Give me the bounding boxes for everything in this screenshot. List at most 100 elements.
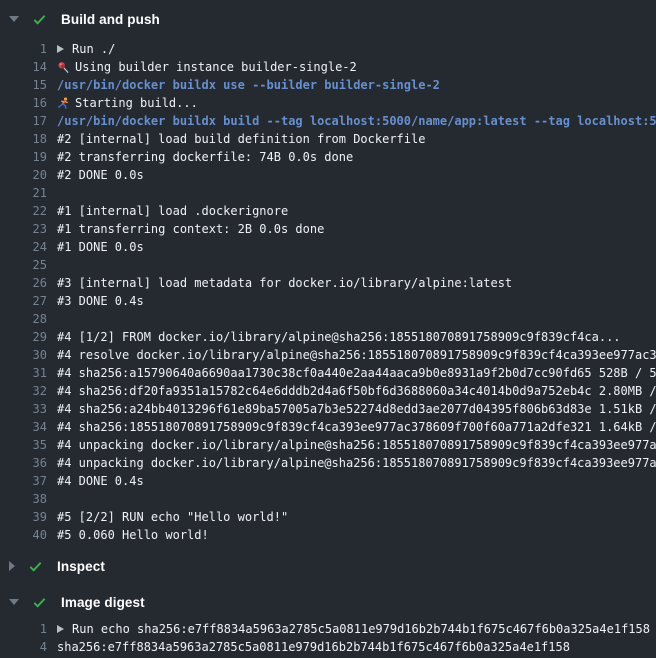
line-number[interactable]: 40 [0, 528, 47, 542]
line-number[interactable]: 28 [0, 312, 47, 326]
line-number[interactable]: 39 [0, 510, 47, 524]
line-number[interactable]: 14 [0, 60, 47, 74]
log-text: #4 sha256:185518070891758909c9f839cf4ca3… [57, 420, 656, 434]
section-header-image-digest[interactable]: Image digest [0, 588, 656, 616]
workflow-log-view: Build and push1Run ./14Using builder ins… [0, 0, 656, 658]
line-content: #4 DONE 0.4s [57, 474, 656, 488]
line-number[interactable]: 37 [0, 474, 47, 488]
line-content: #4 sha256:a24bb4013296f61e89ba57005a7b3e… [57, 402, 656, 416]
log-text: sha256:e7ff8834a5963a2785c5a0811e979d16b… [57, 640, 570, 654]
line-content: /usr/bin/docker buildx build --tag local… [57, 114, 656, 128]
line-number[interactable]: 22 [0, 204, 47, 218]
line-number[interactable]: 29 [0, 330, 47, 344]
run-group-chevron-icon[interactable] [57, 42, 72, 56]
line-content: #1 transferring context: 2B 0.0s done [57, 222, 656, 236]
line-number[interactable]: 31 [0, 366, 47, 380]
log-line: 14 Using builder instance builder-single-… [0, 58, 656, 76]
log-text: #2 [internal] load build definition from… [57, 132, 425, 146]
log-text: Run ./ [72, 42, 115, 56]
line-content: #1 DONE 0.0s [57, 240, 656, 254]
line-number[interactable]: 26 [0, 276, 47, 290]
line-number[interactable]: 19 [0, 150, 47, 164]
line-number[interactable]: 4 [0, 640, 47, 654]
line-number[interactable]: 33 [0, 402, 47, 416]
line-number[interactable]: 34 [0, 420, 47, 434]
log-line: 1 Run ./ [0, 40, 656, 58]
log-line: 37 #4 DONE 0.4s [0, 472, 656, 490]
log-line: 27 #3 DONE 0.4s [0, 292, 656, 310]
line-content: #2 DONE 0.0s [57, 168, 656, 182]
line-number[interactable]: 1 [0, 622, 47, 636]
line-content: Run echo sha256:e7ff8834a5963a2785c5a081… [57, 622, 656, 636]
runner-icon [57, 97, 75, 110]
section-title: Inspect [57, 559, 105, 574]
log-line: 19#2 transferring dockerfile: 74B 0.0s d… [0, 148, 656, 166]
log-text: #5 0.060 Hello world! [57, 528, 209, 542]
log-line: 22 #1 [internal] load .dockerignore [0, 202, 656, 220]
log-text: #4 sha256:df20fa9351a15782c64e6dddb2d4a6… [57, 384, 656, 398]
log-text: #1 [internal] load .dockerignore [57, 204, 288, 218]
line-number[interactable]: 21 [0, 186, 47, 200]
line-content: #3 DONE 0.4s [57, 294, 656, 308]
line-number[interactable]: 25 [0, 258, 47, 272]
chevron-down-icon [9, 16, 19, 22]
line-number[interactable]: 36 [0, 456, 47, 470]
log-line: 32 #4 sha256:df20fa9351a15782c64e6dddb2d4… [0, 382, 656, 400]
line-content: Starting build... [57, 96, 656, 110]
log-text: #4 unpacking docker.io/library/alpine@sh… [57, 456, 656, 470]
log-text: #2 DONE 0.0s [57, 168, 144, 182]
log-line: 18 #2 [internal] load build definition fr… [0, 130, 656, 148]
line-content: #1 [internal] load .dockerignore [57, 204, 656, 218]
line-content: #3 [internal] load metadata for docker.i… [57, 276, 656, 290]
line-number[interactable]: 30 [0, 348, 47, 362]
log-line: 17/usr/bin/docker buildx build --tag loc… [0, 112, 656, 130]
log-line: 4 sha256:e7ff8834a5963a2785c5a0811e979d16… [0, 638, 656, 656]
line-number[interactable]: 20 [0, 168, 47, 182]
log-text: #4 sha256:a24bb4013296f61e89ba57005a7b3e… [57, 402, 656, 416]
success-check-icon [28, 559, 43, 574]
line-content: #4 sha256:185518070891758909c9f839cf4ca3… [57, 420, 656, 434]
line-content: #4 sha256:df20fa9351a15782c64e6dddb2d4a6… [57, 384, 656, 398]
section-header-inspect[interactable]: Inspect [0, 552, 656, 580]
line-content: Run ./ [57, 42, 656, 56]
line-number[interactable]: 23 [0, 222, 47, 236]
line-number[interactable]: 32 [0, 384, 47, 398]
log-line: 23 #1 transferring context: 2B 0.0s done [0, 220, 656, 238]
log-line-list: 1 Run echo sha256:e7ff8834a5963a2785c5a08… [0, 620, 656, 656]
line-number[interactable]: 17 [0, 114, 47, 128]
line-number[interactable]: 1 [0, 42, 47, 56]
log-sections: Build and push1Run ./14Using builder ins… [0, 5, 656, 656]
line-number[interactable]: 16 [0, 96, 47, 110]
log-line: 24 #1 DONE 0.0s [0, 238, 656, 256]
run-group-chevron-icon[interactable] [57, 622, 72, 636]
line-number[interactable]: 35 [0, 438, 47, 452]
log-line: 38 [0, 490, 656, 508]
log-line: 1 Run echo sha256:e7ff8834a5963a2785c5a08… [0, 620, 656, 638]
log-line: 20 #2 DONE 0.0s [0, 166, 656, 184]
chevron-right-icon [9, 561, 15, 571]
line-content: /usr/bin/docker buildx use --builder bui… [57, 78, 656, 92]
log-line: 33 #4 sha256:a24bb4013296f61e89ba57005a7b… [0, 400, 656, 418]
log-line: 15/usr/bin/docker buildx use --builder b… [0, 76, 656, 94]
log-text: Starting build... [75, 96, 198, 110]
line-content: #4 unpacking docker.io/library/alpine@sh… [57, 438, 656, 452]
line-number[interactable]: 27 [0, 294, 47, 308]
line-number[interactable]: 24 [0, 240, 47, 254]
log-text: /usr/bin/docker buildx use --builder bui… [57, 78, 440, 92]
log-text: #4 resolve docker.io/library/alpine@sha2… [57, 348, 656, 362]
section-title: Build and push [61, 12, 160, 27]
log-text: Run echo sha256:e7ff8834a5963a2785c5a081… [72, 622, 650, 636]
log-text: #4 DONE 0.4s [57, 474, 144, 488]
log-text: #1 DONE 0.0s [57, 240, 144, 254]
log-line: 39#5 [2/2] RUN echo "Hello world!" [0, 508, 656, 526]
line-number[interactable]: 38 [0, 492, 47, 506]
line-number[interactable]: 18 [0, 132, 47, 146]
log-line: 34 #4 sha256:185518070891758909c9f839cf4c… [0, 418, 656, 436]
log-text: #3 [internal] load metadata for docker.i… [57, 276, 512, 290]
pushpin-icon [57, 61, 75, 74]
line-content: #2 [internal] load build definition from… [57, 132, 656, 146]
log-text: Using builder instance builder-single-2 [75, 60, 357, 74]
log-line: 26 #3 [internal] load metadata for docker… [0, 274, 656, 292]
line-number[interactable]: 15 [0, 78, 47, 92]
section-header-build-and-push[interactable]: Build and push [0, 5, 656, 33]
